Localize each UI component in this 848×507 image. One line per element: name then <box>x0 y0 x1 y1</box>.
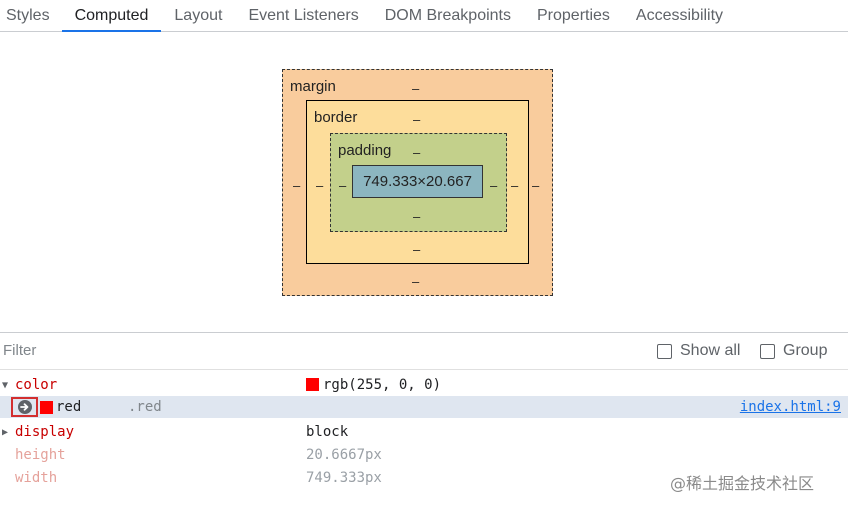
property-row-display[interactable]: ▶ display block <box>0 421 848 443</box>
group-checkbox[interactable]: Group <box>760 342 827 360</box>
margin-left-value[interactable]: – <box>293 179 300 192</box>
box-model-margin[interactable]: margin – – – – border – – – – padding – … <box>282 69 553 296</box>
content-size: 749.333×20.667 <box>363 173 472 190</box>
box-model-content[interactable]: 749.333×20.667 <box>352 165 483 198</box>
border-label: border <box>314 109 358 126</box>
property-value: 749.333px <box>306 470 382 486</box>
tab-computed[interactable]: Computed <box>61 0 162 32</box>
tab-properties[interactable]: Properties <box>524 0 623 31</box>
box-model-border[interactable]: border – – – – padding – – – – 749.333×2… <box>306 100 529 264</box>
tab-styles[interactable]: Styles <box>0 0 62 31</box>
trace-selector: .red <box>128 399 162 415</box>
trace-value: red <box>56 399 82 415</box>
box-model-padding[interactable]: padding – – – – 749.333×20.667 <box>330 133 507 232</box>
goto-source-arrow-icon <box>17 400 32 414</box>
property-name: color <box>15 377 58 393</box>
tab-layout[interactable]: Layout <box>161 0 235 31</box>
tab-dom-breakpoints[interactable]: DOM Breakpoints <box>372 0 524 31</box>
expanded-triangle-icon[interactable]: ▼ <box>2 380 8 391</box>
padding-top-value[interactable]: – <box>413 146 420 159</box>
color-swatch-icon[interactable] <box>306 377 319 391</box>
margin-label: margin <box>290 78 336 95</box>
property-trace-row[interactable]: red .red index.html:9 <box>0 396 848 418</box>
property-row-height[interactable]: height 20.6667px <box>0 444 848 466</box>
computed-filter-bar: Show all Group <box>0 332 848 370</box>
margin-right-value[interactable]: – <box>532 179 539 192</box>
property-value: 20.6667px <box>306 447 382 463</box>
margin-bottom-value[interactable]: – <box>412 275 419 288</box>
show-all-checkbox[interactable]: Show all <box>657 342 740 360</box>
trace-color-swatch-icon[interactable] <box>40 401 53 414</box>
border-left-value[interactable]: – <box>316 179 323 192</box>
margin-top-value[interactable]: – <box>412 82 419 95</box>
padding-right-value[interactable]: – <box>490 179 497 192</box>
property-row-color[interactable]: ▼ color rgb(255, 0, 0) <box>0 374 848 396</box>
tab-accessibility[interactable]: Accessibility <box>623 0 736 31</box>
goto-source-button[interactable] <box>11 397 38 417</box>
padding-left-value[interactable]: – <box>339 179 346 192</box>
property-name: height <box>15 447 66 463</box>
filter-input[interactable] <box>3 342 303 359</box>
show-all-label: Show all <box>680 342 741 359</box>
watermark: @稀土掘金技术社区 <box>670 474 815 493</box>
tab-event-listeners[interactable]: Event Listeners <box>235 0 371 31</box>
group-label: Group <box>783 342 828 359</box>
property-value: block <box>306 424 349 440</box>
border-right-value[interactable]: – <box>511 179 518 192</box>
sidebar-tab-bar: Styles Computed Layout Event Listeners D… <box>0 0 848 32</box>
property-value: rgb(255, 0, 0) <box>306 377 441 393</box>
collapsed-triangle-icon[interactable]: ▶ <box>2 427 8 438</box>
border-top-value[interactable]: – <box>413 113 420 126</box>
padding-label: padding <box>338 142 392 159</box>
show-all-checkbox-box[interactable] <box>657 343 672 359</box>
border-bottom-value[interactable]: – <box>413 243 420 256</box>
devtools-panel: Styles Computed Layout Event Listeners D… <box>0 0 848 507</box>
property-value-text: rgb(255, 0, 0) <box>323 377 442 393</box>
property-name: width <box>15 470 58 486</box>
source-link[interactable]: index.html:9 <box>740 399 841 415</box>
padding-bottom-value[interactable]: – <box>413 210 420 223</box>
group-checkbox-box[interactable] <box>760 343 775 359</box>
box-model-area: margin – – – – border – – – – padding – … <box>0 33 848 332</box>
property-name: display <box>15 424 75 440</box>
